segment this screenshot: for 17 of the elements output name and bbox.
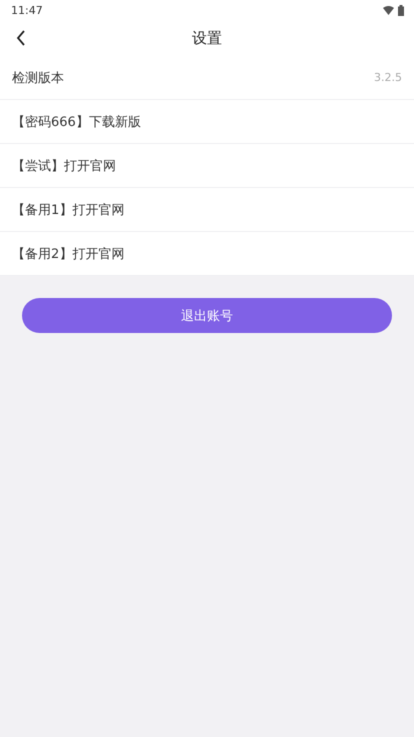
row-label: 【备用2】打开官网 xyxy=(12,246,124,262)
settings-row[interactable]: 【尝试】打开官网 xyxy=(0,144,414,188)
settings-row[interactable]: 检测版本 3.2.5 xyxy=(0,56,414,100)
row-label: 【备用1】打开官网 xyxy=(12,202,124,218)
status-time: 11:47 xyxy=(11,4,43,16)
wifi-icon xyxy=(383,6,394,14)
page-title: 设置 xyxy=(192,28,222,48)
settings-row[interactable]: 【备用2】打开官网 xyxy=(0,232,414,276)
row-label: 【密码666】下载新版 xyxy=(12,114,141,130)
battery-icon xyxy=(398,4,404,16)
back-icon xyxy=(16,30,26,46)
logout-button[interactable]: 退出账号 xyxy=(22,298,392,333)
settings-row[interactable]: 【备用1】打开官网 xyxy=(0,188,414,232)
row-label: 检测版本 xyxy=(12,70,64,86)
settings-row[interactable]: 【密码666】下载新版 xyxy=(0,100,414,144)
version-value: 3.2.5 xyxy=(374,71,402,84)
row-label: 【尝试】打开官网 xyxy=(12,158,116,174)
